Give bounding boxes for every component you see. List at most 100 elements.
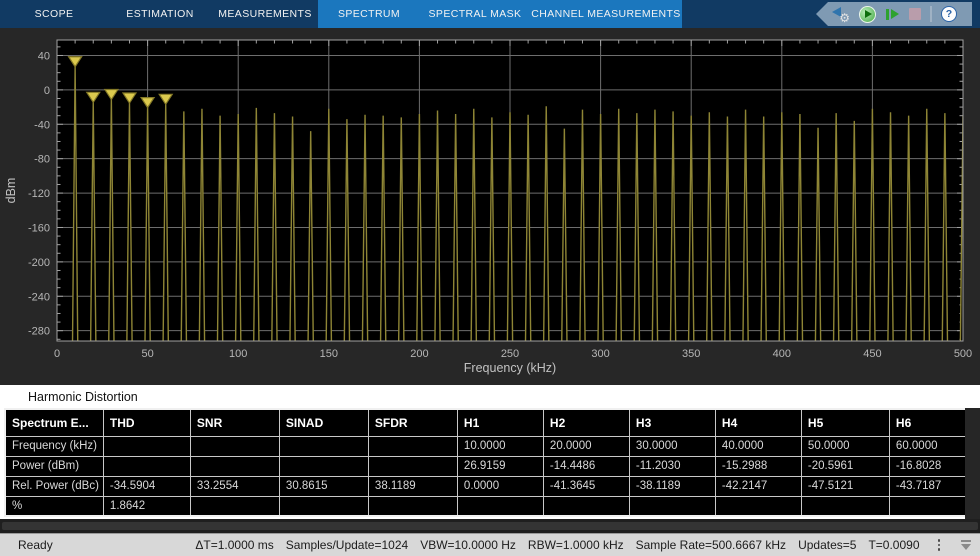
table-header-cell[interactable]: H4 <box>715 409 801 436</box>
value-cell: -20.5961 <box>801 456 889 476</box>
tab-scope[interactable]: SCOPE <box>0 0 108 28</box>
kebab-menu-icon[interactable] <box>938 539 941 551</box>
table-header-row: Spectrum E...THDSNRSINADSFDRH1H2H3H4H5H6 <box>5 409 976 436</box>
value-cell <box>190 436 279 456</box>
run-button[interactable] <box>859 6 876 23</box>
value-cell <box>103 436 190 456</box>
tabgroup-left: SCOPE ESTIMATION MEASUREMENTS <box>0 0 318 28</box>
simulation-settings-icon[interactable]: ⚙ <box>832 5 850 23</box>
value-cell: -47.5121 <box>801 476 889 496</box>
table-header-cell[interactable]: Spectrum E... <box>5 409 103 436</box>
play-icon <box>865 10 872 18</box>
svg-text:dBm: dBm <box>4 178 18 204</box>
table-header-cell[interactable]: SNR <box>190 409 279 436</box>
value-cell <box>190 496 279 516</box>
value-cell: 10.0000 <box>457 436 543 456</box>
table-row: %1.8642 <box>5 496 976 516</box>
table-row: Power (dBm)26.9159-14.4486-11.2030-15.29… <box>5 456 976 476</box>
svg-text:-40: -40 <box>34 119 50 131</box>
row-label-cell: Rel. Power (dBc) <box>5 476 103 496</box>
svg-text:500: 500 <box>954 348 972 360</box>
value-cell <box>368 436 457 456</box>
table-header-cell[interactable]: H3 <box>629 409 715 436</box>
panel-title: Harmonic Distortion <box>28 390 138 404</box>
value-cell: -34.5904 <box>103 476 190 496</box>
step-triangle-icon <box>891 9 899 19</box>
svg-text:Frequency (kHz): Frequency (kHz) <box>464 361 556 375</box>
row-label-cell: Frequency (kHz) <box>5 436 103 456</box>
status-segments: ΔT=1.0000 msSamples/Update=1024VBW=10.00… <box>195 538 919 552</box>
value-cell: 20.0000 <box>543 436 629 456</box>
table-header-cell[interactable]: H5 <box>801 409 889 436</box>
value-cell <box>715 496 801 516</box>
value-cell <box>279 456 368 476</box>
table-row: Rel. Power (dBc)-34.590433.255430.861538… <box>5 476 976 496</box>
svg-text:-120: -120 <box>28 188 50 200</box>
vertical-scrollbar-gutter[interactable] <box>965 408 980 519</box>
status-segment: Samples/Update=1024 <box>286 538 408 552</box>
svg-text:50: 50 <box>141 348 153 360</box>
value-cell <box>279 436 368 456</box>
value-cell: 60.0000 <box>889 436 976 456</box>
value-cell <box>103 456 190 476</box>
svg-text:-280: -280 <box>28 326 50 338</box>
value-cell: 40.0000 <box>715 436 801 456</box>
horizontal-scrollbar[interactable] <box>0 519 980 533</box>
value-cell <box>457 496 543 516</box>
value-cell <box>279 496 368 516</box>
value-cell: -14.4486 <box>543 456 629 476</box>
tab-estimation[interactable]: ESTIMATION <box>108 0 212 28</box>
value-cell: 1.8642 <box>103 496 190 516</box>
status-segment: VBW=10.0000 Hz <box>420 538 516 552</box>
value-cell: 30.8615 <box>279 476 368 496</box>
svg-text:-240: -240 <box>28 291 50 303</box>
svg-text:300: 300 <box>591 348 609 360</box>
svg-text:350: 350 <box>682 348 700 360</box>
value-cell: -42.2147 <box>715 476 801 496</box>
value-cell: -41.3645 <box>543 476 629 496</box>
svg-text:400: 400 <box>773 348 791 360</box>
value-cell: 33.2554 <box>190 476 279 496</box>
tab-channel-measurements[interactable]: CHANNEL MEASUREMENTS <box>530 0 682 28</box>
table-header-cell[interactable]: SINAD <box>279 409 368 436</box>
help-button[interactable]: ? <box>941 6 957 22</box>
tab-measurements[interactable]: MEASUREMENTS <box>212 0 318 28</box>
harmonic-distortion-table: Spectrum E...THDSNRSINADSFDRH1H2H3H4H5H6… <box>4 408 977 517</box>
tab-spectrum[interactable]: SPECTRUM <box>318 0 420 28</box>
table-header-cell[interactable]: SFDR <box>368 409 457 436</box>
step-forward-button[interactable] <box>885 8 900 21</box>
svg-text:-160: -160 <box>28 222 50 234</box>
svg-text:-200: -200 <box>28 257 50 269</box>
value-cell: -38.1189 <box>629 476 715 496</box>
value-cell: -15.2988 <box>715 456 801 476</box>
value-cell <box>629 496 715 516</box>
table-header-cell[interactable]: H2 <box>543 409 629 436</box>
value-cell: 38.1189 <box>368 476 457 496</box>
tab-spectral-mask[interactable]: SPECTRAL MASK <box>420 0 530 28</box>
table-header-cell[interactable]: H6 <box>889 409 976 436</box>
value-cell: -16.8028 <box>889 456 976 476</box>
svg-text:150: 150 <box>320 348 338 360</box>
table-header-cell[interactable]: H1 <box>457 409 543 436</box>
svg-text:0: 0 <box>44 85 50 97</box>
table-row: Frequency (kHz)10.000020.000030.000040.0… <box>5 436 976 456</box>
status-segment: T=0.0090 <box>868 538 919 552</box>
status-segment: RBW=1.0000 kHz <box>528 538 624 552</box>
svg-text:0: 0 <box>54 348 60 360</box>
status-segment: Sample Rate=500.6667 kHz <box>636 538 786 552</box>
dock-panel-icon[interactable] <box>960 540 972 550</box>
value-cell <box>889 496 976 516</box>
spectrum-analyzer-window: SCOPE ESTIMATION MEASUREMENTS SPECTRUM S… <box>0 0 980 556</box>
value-cell: -43.7187 <box>889 476 976 496</box>
svg-text:450: 450 <box>863 348 881 360</box>
toolbar-divider <box>930 6 932 22</box>
status-ready: Ready <box>0 538 53 552</box>
value-cell: 0.0000 <box>457 476 543 496</box>
horizontal-scrollbar-thumb[interactable] <box>2 522 978 530</box>
svg-text:40: 40 <box>38 50 50 62</box>
table-header-cell[interactable]: THD <box>103 409 190 436</box>
status-bar: Ready ΔT=1.0000 msSamples/Update=1024VBW… <box>0 533 980 556</box>
value-cell <box>368 496 457 516</box>
spectrum-plot-panel: 050100150200250300350400450500-280-240-2… <box>0 28 980 385</box>
stop-button[interactable] <box>909 8 921 20</box>
